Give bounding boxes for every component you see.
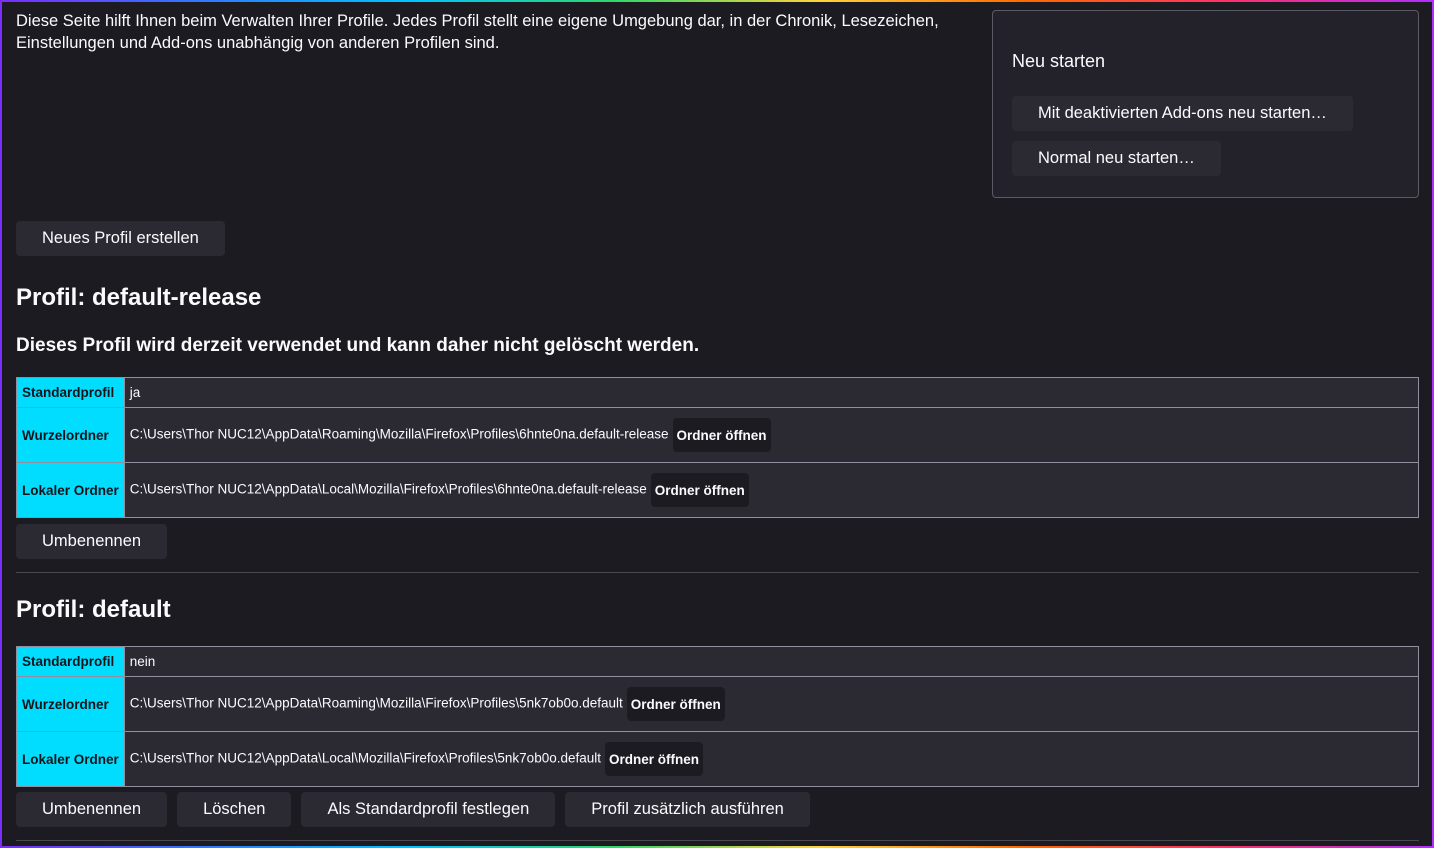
local-folder-key: Lokaler Ordner — [16, 731, 125, 787]
table-row: Standardprofil ja — [16, 377, 1420, 408]
create-profile-button[interactable]: Neues Profil erstellen — [16, 221, 225, 256]
default-profile-key: Standardprofil — [16, 377, 125, 408]
local-folder-cell: C:\Users\Thor NUC12\AppData\Local\Mozill… — [123, 462, 1420, 518]
profile-in-use-note: Dieses Profil wird derzeit verwendet und… — [16, 335, 700, 356]
profile-properties-table: Standardprofil nein Wurzelordner C:\User… — [16, 646, 1420, 787]
root-folder-cell: C:\Users\Thor NUC12\AppData\Roaming\Mozi… — [123, 407, 1420, 463]
delete-profile-button[interactable]: Löschen — [177, 792, 292, 827]
table-row: Lokaler Ordner C:\Users\Thor NUC12\AppDa… — [16, 462, 1420, 518]
local-folder-key: Lokaler Ordner — [16, 462, 125, 518]
root-folder-key: Wurzelordner — [16, 676, 125, 732]
open-root-folder-button[interactable]: Ordner öffnen — [626, 687, 725, 721]
profile-title: Profil: default-release — [16, 284, 262, 311]
launch-profile-button[interactable]: Profil zusätzlich ausführen — [565, 792, 810, 827]
default-profile-value: ja — [123, 377, 1420, 408]
restart-normal-button[interactable]: Normal neu starten… — [1012, 141, 1221, 176]
local-folder-cell: C:\Users\Thor NUC12\AppData\Local\Mozill… — [123, 731, 1420, 787]
open-local-folder-button[interactable]: Ordner öffnen — [605, 742, 703, 776]
open-root-folder-button[interactable]: Ordner öffnen — [672, 418, 771, 452]
set-default-profile-button[interactable]: Als Standardprofil festlegen — [301, 792, 556, 827]
profile-actions: Umbenennen — [16, 524, 168, 559]
section-divider — [16, 840, 1419, 841]
rename-profile-button[interactable]: Umbenennen — [16, 792, 168, 827]
root-folder-path: C:\Users\Thor NUC12\AppData\Roaming\Mozi… — [129, 426, 669, 442]
open-local-folder-button[interactable]: Ordner öffnen — [650, 473, 749, 507]
table-row: Lokaler Ordner C:\Users\Thor NUC12\AppDa… — [16, 731, 1420, 787]
profile-actions: Umbenennen Löschen Als Standardprofil fe… — [16, 792, 810, 827]
table-row: Standardprofil nein — [16, 646, 1420, 677]
root-folder-cell: C:\Users\Thor NUC12\AppData\Roaming\Mozi… — [123, 676, 1420, 732]
restart-title: Neu starten — [1012, 51, 1106, 71]
profile-title: Profil: default — [16, 596, 171, 623]
root-folder-path: C:\Users\Thor NUC12\AppData\Roaming\Mozi… — [129, 695, 623, 711]
root-folder-key: Wurzelordner — [16, 407, 125, 463]
table-row: Wurzelordner C:\Users\Thor NUC12\AppData… — [16, 676, 1420, 732]
section-divider — [16, 572, 1419, 573]
default-profile-value: nein — [123, 646, 1420, 677]
intro-text: Diese Seite hilft Ihnen beim Verwalten I… — [16, 12, 939, 52]
rename-profile-button[interactable]: Umbenennen — [16, 524, 168, 559]
table-row: Wurzelordner C:\Users\Thor NUC12\AppData… — [16, 407, 1420, 463]
restart-safe-mode-button[interactable]: Mit deaktivierten Add-ons neu starten… — [1012, 96, 1353, 131]
default-profile-key: Standardprofil — [16, 646, 125, 677]
local-folder-path: C:\Users\Thor NUC12\AppData\Local\Mozill… — [129, 750, 601, 766]
profile-properties-table: Standardprofil ja Wurzelordner C:\Users\… — [16, 377, 1420, 518]
restart-panel: Neu starten Mit deaktivierten Add-ons ne… — [992, 10, 1419, 198]
local-folder-path: C:\Users\Thor NUC12\AppData\Local\Mozill… — [129, 481, 647, 497]
